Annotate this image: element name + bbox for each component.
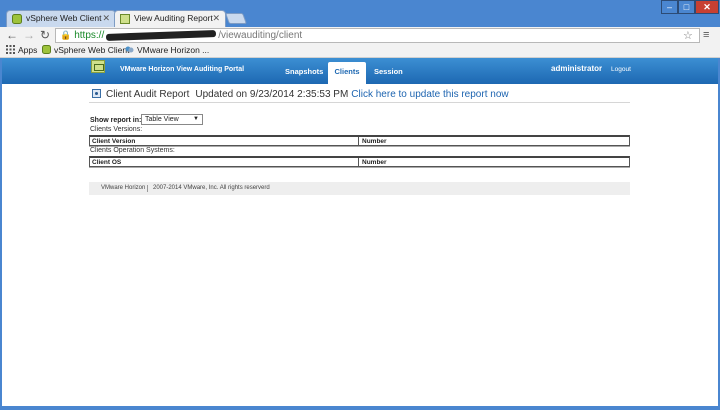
report-title: Client Audit Report — [106, 89, 190, 100]
reload-icon[interactable]: ↻ — [40, 28, 50, 42]
table-divider — [89, 167, 630, 168]
bookmark-star-icon[interactable]: ☆ — [683, 29, 693, 42]
heading-divider — [89, 102, 630, 103]
column-divider — [358, 137, 359, 146]
bookmark-label: VMware Horizon ... — [137, 45, 210, 55]
clients-versions-label: Clients Versions: — [90, 126, 143, 133]
logout-link[interactable]: Logout — [611, 66, 631, 73]
close-window-button[interactable]: ✕ — [695, 0, 719, 14]
bookmark-label: vSphere Web Client — [54, 45, 130, 55]
address-bar[interactable]: 🔒 https:// /viewauditing/client — [55, 28, 700, 43]
footer-separator — [147, 185, 148, 192]
page-footer: VMware Horizon 2007-2014 VMware, Inc. Al… — [89, 182, 630, 195]
tab-label: vSphere Web Client — [26, 13, 102, 23]
back-icon[interactable]: ← — [6, 28, 18, 42]
column-divider — [358, 158, 359, 167]
lock-icon: 🔒 — [60, 30, 72, 40]
vsphere-icon — [12, 14, 22, 24]
portal-title: VMware Horizon View Auditing Portal — [120, 66, 245, 73]
bookmark-label: Apps — [18, 45, 38, 55]
report-icon — [92, 89, 101, 98]
nav-session[interactable]: Session — [374, 67, 403, 76]
bookmark-vsphere-web-client[interactable]: vSphere Web Client — [42, 44, 129, 57]
url-path: /viewauditing/client — [218, 30, 303, 41]
vmware-logo-icon — [91, 60, 105, 73]
window-border — [0, 406, 720, 410]
vmware-icon — [120, 14, 130, 24]
apps-grid-icon — [6, 45, 15, 54]
tab-vsphere-web-client[interactable]: vSphere Web Client ✕ — [6, 10, 116, 27]
column-header: Client Version — [92, 138, 136, 145]
show-report-label: Show report in: — [90, 117, 142, 124]
updated-timestamp: Updated on 9/23/2014 2:35:53 PM — [195, 89, 349, 100]
update-report-link[interactable]: Click here to update this report now — [351, 89, 508, 100]
minimize-button[interactable]: – — [661, 0, 678, 14]
tab-view-auditing-report[interactable]: View Auditing Report ✕ — [114, 10, 226, 27]
redacted-host — [106, 29, 217, 41]
maximize-button[interactable]: □ — [678, 0, 695, 14]
tab-label: View Auditing Report — [134, 13, 213, 23]
chevron-down-icon: ▼ — [193, 116, 199, 122]
new-tab-button[interactable] — [224, 13, 248, 24]
column-header: Client OS — [92, 159, 122, 166]
report-view-select[interactable]: Table View ▼ — [141, 114, 203, 125]
clients-os-label: Clients Operation Systems: — [90, 147, 175, 154]
bookmarks-bar: Apps vSphere Web Client VMware Horizon .… — [0, 44, 720, 58]
client-versions-table-header: Client Version Number — [89, 135, 630, 146]
nav-clients[interactable]: Clients — [328, 62, 366, 84]
client-os-table-header: Client OS Number — [89, 156, 630, 167]
close-tab-icon[interactable]: ✕ — [212, 11, 220, 26]
url-scheme: https:// — [74, 30, 105, 41]
select-value: Table View — [145, 116, 179, 123]
forward-icon[interactable]: → — [23, 28, 35, 42]
column-header: Number — [362, 138, 387, 145]
nav-snapshots[interactable]: Snapshots — [285, 67, 323, 76]
chrome-menu-icon[interactable]: ≡ — [703, 29, 709, 41]
vmware-horizon-icon — [125, 46, 134, 53]
footer-copyright: 2007-2014 VMware, Inc. All rights reserv… — [153, 185, 270, 191]
bookmark-apps[interactable]: Apps — [6, 44, 37, 57]
report-heading: Client Audit Report Updated on 9/23/2014 … — [92, 89, 509, 100]
bookmark-vmware-horizon[interactable]: VMware Horizon ... — [125, 44, 209, 57]
username: administrator — [551, 64, 603, 73]
close-tab-icon[interactable]: ✕ — [102, 11, 110, 26]
window-border — [0, 58, 2, 410]
footer-product: VMware Horizon — [101, 185, 146, 191]
column-header: Number — [362, 159, 387, 166]
vsphere-icon — [42, 45, 51, 54]
